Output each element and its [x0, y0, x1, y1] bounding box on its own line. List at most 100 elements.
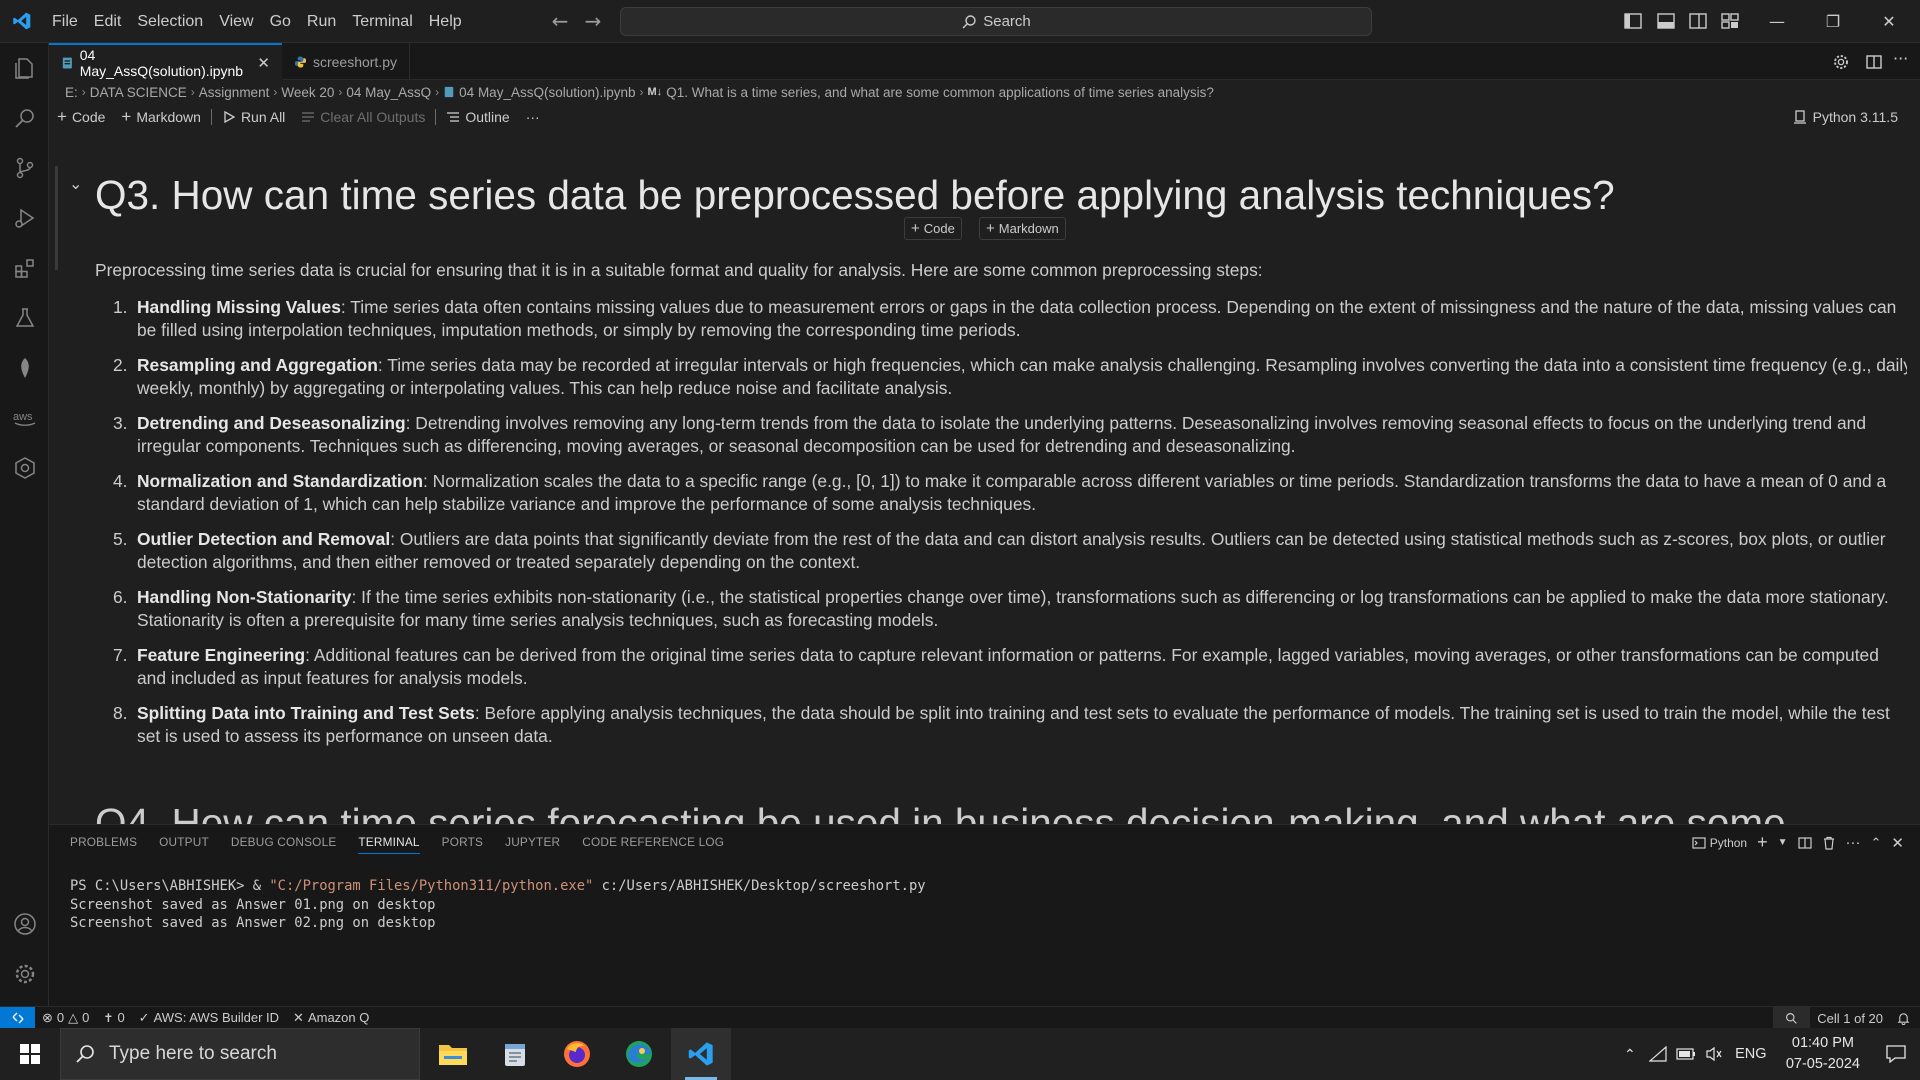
amazon-q-status[interactable]: ✕ Amazon Q: [286, 1007, 376, 1029]
remote-indicator-icon[interactable]: [0, 1006, 35, 1029]
leaf-extension-icon[interactable]: [12, 355, 38, 381]
kernel-picker[interactable]: Python 3.11.5: [1793, 104, 1898, 130]
restore-icon[interactable]: ❐: [1811, 0, 1855, 43]
tab-notebook[interactable]: 04 May_AssQ(solution).ipynb ✕: [49, 43, 282, 80]
volume-muted-icon[interactable]: [1700, 1028, 1728, 1080]
minimize-icon[interactable]: —: [1755, 0, 1799, 43]
more-toolbar-actions-button[interactable]: ···: [518, 104, 548, 130]
add-markdown-cell-button[interactable]: + Markdown: [113, 104, 209, 130]
breadcrumb-item[interactable]: Week 20: [281, 85, 334, 100]
menu-file[interactable]: File: [44, 0, 86, 43]
source-control-icon[interactable]: [12, 155, 38, 181]
menu-help[interactable]: Help: [421, 0, 470, 43]
notebook-editor[interactable]: ⌄ Q3. How can time series data be prepro…: [49, 132, 1907, 824]
problems-status[interactable]: ⊗ 0 △ 0: [35, 1007, 96, 1029]
tab-screeshort-py[interactable]: screeshort.py: [282, 43, 410, 80]
breadcrumb-item[interactable]: E:: [65, 85, 78, 100]
tab-debug-console[interactable]: DEBUG CONSOLE: [231, 825, 337, 860]
notification-center-icon[interactable]: [1872, 1028, 1920, 1080]
insert-code-cell-button[interactable]: + Code: [904, 217, 962, 240]
file-explorer-app-icon[interactable]: [423, 1028, 483, 1080]
notepad-app-icon[interactable]: [485, 1028, 545, 1080]
breadcrumb-item[interactable]: 04 May_AssQ(solution).ipynb: [459, 85, 635, 100]
split-terminal-icon[interactable]: [1797, 836, 1812, 850]
list-number: 8.: [113, 703, 128, 723]
edge-app-icon[interactable]: [609, 1028, 669, 1080]
toggle-panel-icon[interactable]: [1655, 10, 1677, 32]
new-terminal-icon[interactable]: +: [1757, 832, 1768, 853]
tab-problems[interactable]: PROBLEMS: [70, 825, 137, 860]
windows-start-icon[interactable]: [0, 1028, 60, 1080]
list-item-text: : Time series data often contains missin…: [340, 297, 1897, 317]
tab-jupyter[interactable]: JUPYTER: [505, 825, 560, 860]
ports-status[interactable]: ✝ 0: [96, 1007, 131, 1029]
tab-output[interactable]: OUTPUT: [159, 825, 209, 860]
terminal-profile[interactable]: Python: [1692, 836, 1747, 850]
notifications-bell-icon[interactable]: [1890, 1007, 1920, 1029]
input-language[interactable]: ENG: [1728, 1028, 1774, 1080]
breadcrumb-item[interactable]: DATA SCIENCE: [90, 85, 187, 100]
customize-layout-icon[interactable]: [1719, 10, 1741, 32]
testing-flask-icon[interactable]: [12, 305, 38, 331]
list-item: 6. Handling Non-Stationarity: If the time…: [95, 586, 1907, 632]
back-arrow-icon[interactable]: ←: [547, 8, 573, 34]
menu-run[interactable]: Run: [299, 0, 344, 43]
list-item-title: Resampling and Aggregation: [137, 355, 378, 375]
tab-code-reference-log[interactable]: CODE REFERENCE LOG: [582, 825, 724, 860]
windows-taskbar: Type here to search ⌃ ENG 01:40 PM 07-05…: [0, 1028, 1920, 1080]
settings-gear-icon[interactable]: [12, 961, 38, 987]
more-actions-icon[interactable]: ···: [1846, 834, 1861, 851]
chevron-up-icon[interactable]: ⌃: [1616, 1028, 1644, 1080]
close-tab-icon[interactable]: ✕: [257, 54, 270, 72]
menu-edit[interactable]: Edit: [86, 0, 130, 43]
clear-all-outputs-button[interactable]: Clear All Outputs: [293, 104, 433, 130]
add-code-cell-button[interactable]: + Code: [49, 104, 113, 130]
menu-go[interactable]: Go: [262, 0, 299, 43]
menu-selection[interactable]: Selection: [129, 0, 211, 43]
toggle-secondary-sidebar-icon[interactable]: [1687, 10, 1709, 32]
outline-button[interactable]: Outline: [438, 104, 517, 130]
more-actions-icon[interactable]: ···: [1893, 49, 1908, 68]
toggle-primary-sidebar-icon[interactable]: [1622, 10, 1644, 32]
forward-arrow-icon[interactable]: →: [580, 8, 606, 34]
network-icon[interactable]: [1644, 1028, 1672, 1080]
menu-view[interactable]: View: [211, 0, 261, 43]
run-debug-icon[interactable]: [12, 205, 38, 231]
kill-terminal-trash-icon[interactable]: [1822, 836, 1836, 850]
breadcrumb-item[interactable]: Assignment: [199, 85, 270, 100]
cell-position-status[interactable]: Cell 1 of 20: [1810, 1007, 1890, 1029]
taskbar-clock[interactable]: 01:40 PM 07-05-2024: [1774, 1033, 1872, 1075]
explorer-icon[interactable]: [12, 55, 38, 81]
run-all-button[interactable]: Run All: [214, 104, 293, 130]
battery-icon[interactable]: [1672, 1028, 1700, 1080]
tab-ports[interactable]: PORTS: [442, 825, 483, 860]
amazon-q-icon[interactable]: [12, 455, 38, 481]
button-label: Code: [71, 109, 106, 125]
accounts-icon[interactable]: [12, 911, 38, 937]
firefox-app-icon[interactable]: [547, 1028, 607, 1080]
breadcrumb-item[interactable]: 04 May_AssQ: [346, 85, 431, 100]
terminal-icon: [1692, 836, 1706, 849]
chevron-down-icon[interactable]: ⌄: [69, 174, 82, 193]
zoom-status[interactable]: [1773, 1007, 1811, 1029]
menu-terminal[interactable]: Terminal: [344, 0, 420, 43]
cell-intro-text: Preprocessing time series data is crucia…: [95, 260, 1263, 280]
settings-gear-icon[interactable]: [1832, 53, 1850, 71]
extensions-icon[interactable]: [12, 255, 38, 281]
close-window-icon[interactable]: ✕: [1867, 0, 1911, 43]
chevron-down-icon[interactable]: ▼: [1778, 837, 1788, 848]
breadcrumb-item[interactable]: Q1. What is a time series, and what are …: [666, 85, 1214, 100]
split-editor-icon[interactable]: [1865, 53, 1883, 71]
search-icon[interactable]: [12, 105, 38, 131]
close-panel-icon[interactable]: ✕: [1891, 834, 1904, 852]
vscode-app-icon[interactable]: [671, 1028, 731, 1080]
aws-icon[interactable]: aws: [12, 405, 38, 431]
tab-terminal[interactable]: TERMINAL: [358, 825, 420, 860]
taskbar-search-box[interactable]: Type here to search: [60, 1028, 420, 1080]
ports-icon: ✝: [103, 1010, 114, 1025]
terminal-output[interactable]: PS C:\Users\ABHISHEK> & "C:/Program File…: [70, 877, 926, 933]
insert-markdown-cell-button[interactable]: + Markdown: [979, 217, 1066, 240]
maximize-panel-icon[interactable]: ⌃: [1871, 835, 1882, 851]
aws-status[interactable]: ✓ AWS: AWS Builder ID: [132, 1007, 286, 1029]
command-center-search[interactable]: Search: [620, 7, 1372, 36]
